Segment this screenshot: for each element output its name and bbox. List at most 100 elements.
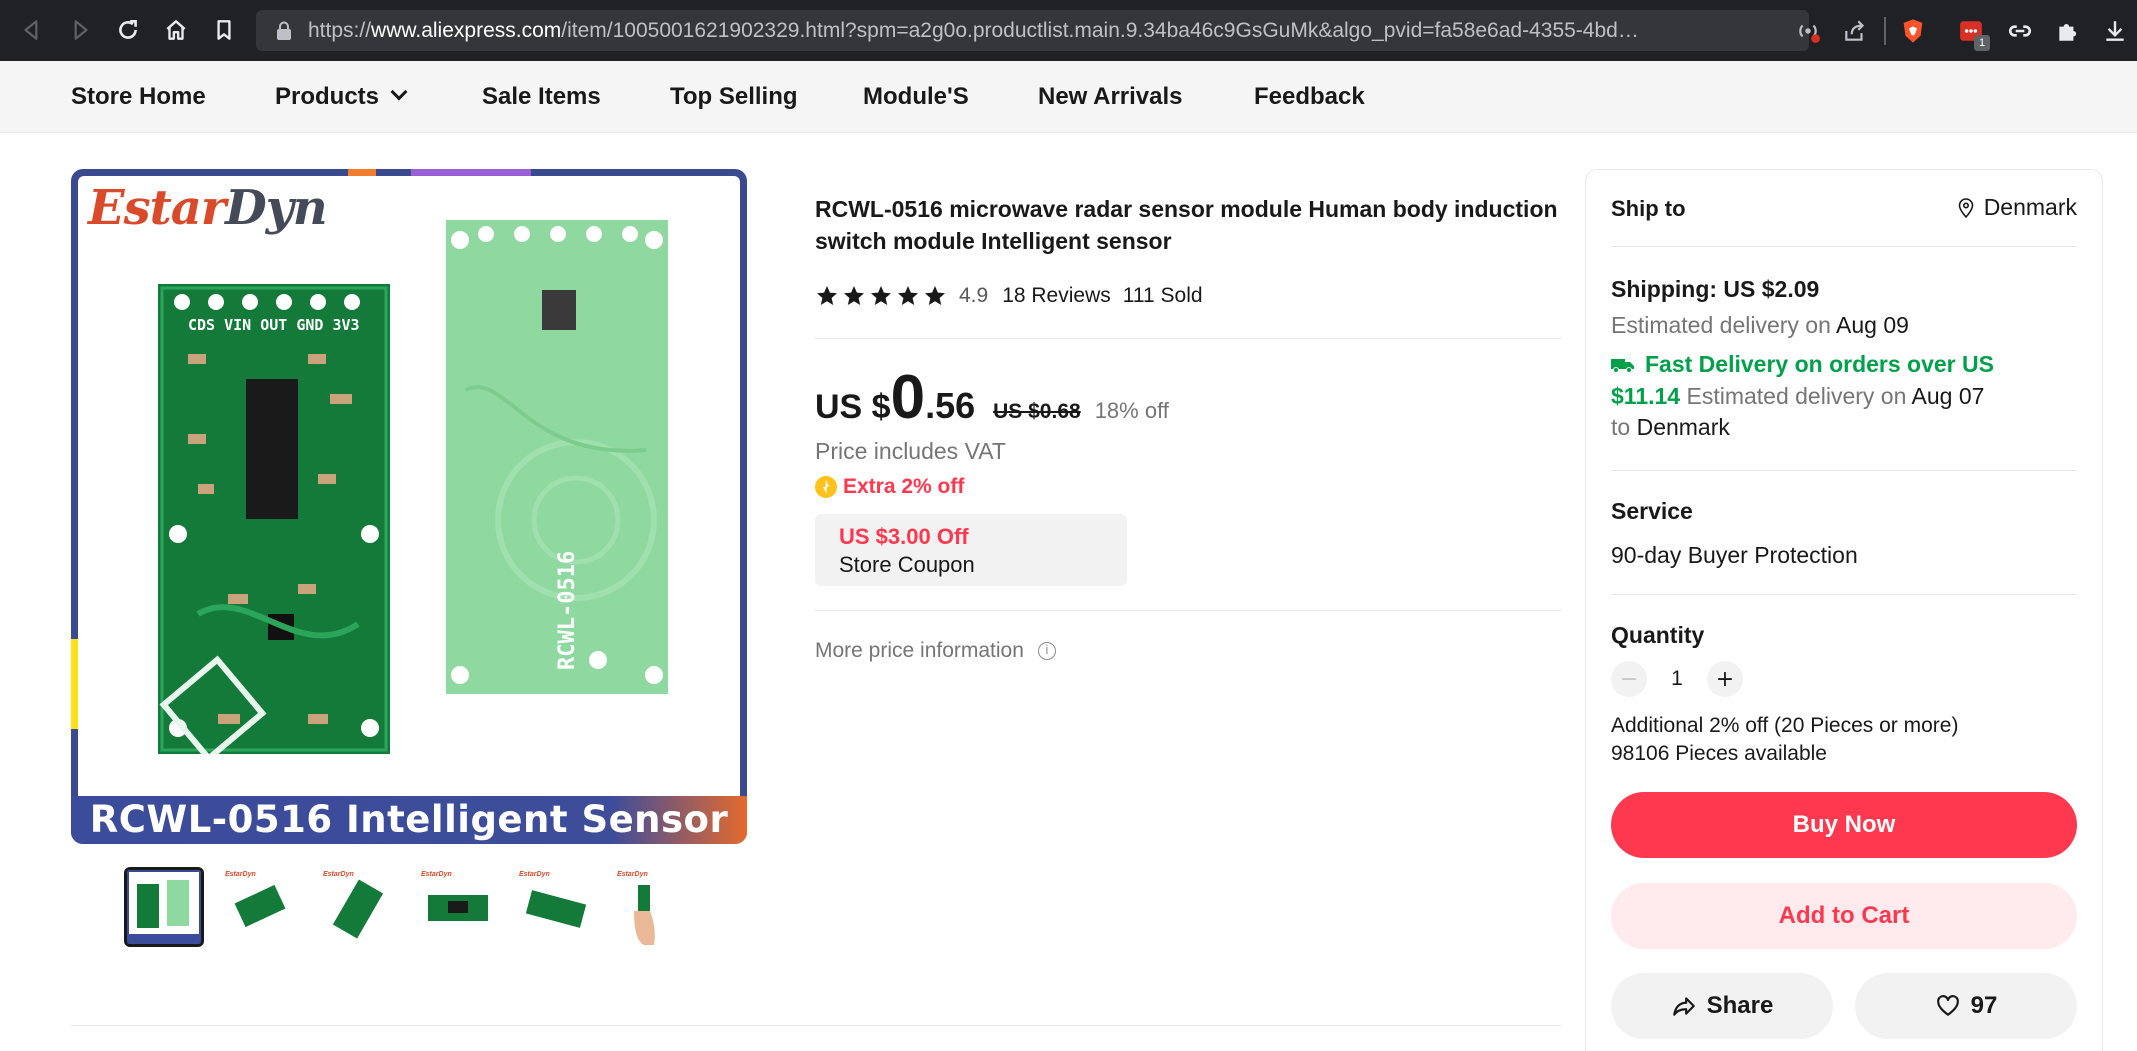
chevron-down-icon bbox=[390, 83, 408, 101]
extra-discount: Extra 2% off bbox=[815, 472, 964, 502]
more-price-label: More price information bbox=[815, 639, 1024, 662]
bookmark-icon bbox=[217, 20, 231, 40]
price-decimal: .56 bbox=[925, 385, 976, 426]
forward-arrow-icon bbox=[74, 20, 88, 40]
bookmark-button[interactable] bbox=[206, 12, 242, 48]
rating-value: 4.9 bbox=[959, 284, 989, 307]
lock-icon bbox=[277, 21, 291, 40]
thumbnail-6[interactable]: EstarDyn bbox=[614, 867, 694, 947]
estimated-delivery-prefix: Estimated delivery on bbox=[1611, 312, 1831, 338]
back-arrow-icon bbox=[24, 20, 38, 40]
quantity-input[interactable]: 1 bbox=[1647, 667, 1707, 691]
destination-country: Denmark bbox=[1636, 414, 1730, 440]
estimated-delivery: Estimated delivery on Aug 09 bbox=[1611, 312, 1909, 339]
star-icon bbox=[898, 286, 918, 305]
product-main-image[interactable]: EstarDyn CDS VIN OUT GND 3V3 RCWL-0516 R… bbox=[71, 169, 747, 844]
heart-icon bbox=[1936, 995, 1959, 1016]
reviews-link[interactable]: 18 Reviews bbox=[1002, 284, 1111, 308]
ship-to-country: Denmark bbox=[1983, 194, 2077, 220]
pcb-back-image: RCWL-0516 bbox=[446, 220, 668, 694]
thumbnail-image: EstarDyn bbox=[320, 867, 400, 947]
extra-discount-label: Extra 2% off bbox=[843, 475, 965, 498]
nav-feedback[interactable]: Feedback bbox=[1254, 61, 1365, 133]
nav-products-label: Products bbox=[275, 83, 380, 110]
thumbnail-2[interactable]: EstarDyn bbox=[222, 867, 302, 947]
back-button[interactable] bbox=[14, 12, 50, 48]
star-icon bbox=[817, 286, 837, 305]
service-label: Service bbox=[1611, 498, 1693, 524]
decorative-stripe bbox=[411, 169, 531, 176]
nav-sale-items[interactable]: Sale Items bbox=[482, 61, 601, 133]
thumbnail-3[interactable]: EstarDyn bbox=[320, 867, 400, 947]
svg-text:EstarDyn: EstarDyn bbox=[323, 871, 354, 878]
section-divider bbox=[815, 338, 1561, 339]
forward-button[interactable] bbox=[62, 12, 98, 48]
quantity-stepper: − 1 + bbox=[1611, 660, 1743, 698]
nav-products[interactable]: Products bbox=[275, 61, 408, 133]
section-divider bbox=[1611, 246, 2077, 247]
thumbnail-image: EstarDyn bbox=[222, 867, 302, 947]
brand-logo: EstarDyn bbox=[88, 180, 328, 236]
wishlist-count: 97 bbox=[1970, 992, 1998, 1019]
address-bar[interactable]: https://www.aliexpress.com/item/10050016… bbox=[256, 10, 1809, 51]
pcb-pin-labels: CDS VIN OUT GND 3V3 bbox=[188, 316, 360, 334]
brand-logo-part-b: Dyn bbox=[225, 180, 327, 236]
price-integer: 0 bbox=[890, 363, 926, 432]
extensions-puzzle-icon[interactable] bbox=[2053, 16, 2083, 46]
toolbar-separator bbox=[1884, 17, 1886, 45]
url-text: https://www.aliexpress.com/item/10050016… bbox=[308, 10, 1648, 51]
nav-modules[interactable]: Module'S bbox=[863, 61, 969, 133]
thumbnail-4[interactable]: EstarDyn bbox=[418, 867, 498, 947]
more-price-info[interactable]: More price information i bbox=[815, 636, 1056, 666]
nav-store-home[interactable]: Store Home bbox=[71, 61, 206, 133]
nav-top-selling[interactable]: Top Selling bbox=[670, 61, 798, 133]
info-icon: i bbox=[1037, 642, 1056, 660]
truck-icon bbox=[1611, 359, 1634, 373]
thumbnail-1[interactable] bbox=[124, 867, 204, 947]
delivery-destination: to Denmark bbox=[1611, 414, 1730, 441]
destination-prefix: to bbox=[1611, 414, 1631, 440]
share-page-icon[interactable] bbox=[1840, 16, 1870, 46]
star-rating bbox=[815, 284, 947, 308]
fast-delivery-label: Fast Delivery on orders over US bbox=[1645, 351, 1994, 377]
extension-badge-count: 1 bbox=[1974, 35, 1990, 51]
thumbnail-image: EstarDyn bbox=[614, 867, 694, 947]
buy-now-button[interactable]: Buy Now bbox=[1611, 792, 2077, 858]
section-divider bbox=[1611, 594, 2077, 595]
section-divider bbox=[815, 610, 1561, 611]
wishlist-button[interactable]: 97 bbox=[1855, 973, 2077, 1039]
thumbnail-5[interactable]: EstarDyn bbox=[516, 867, 596, 947]
lightning-icon bbox=[815, 476, 837, 498]
pcb-model-label: RCWL-0516 bbox=[555, 551, 580, 670]
share-button[interactable]: Share bbox=[1611, 973, 1833, 1039]
url-path: /item/1005001621902329.html?spm=a2g0o.pr… bbox=[561, 19, 1648, 42]
add-to-cart-button[interactable]: Add to Cart bbox=[1611, 883, 2077, 949]
brave-shield-icon[interactable] bbox=[1898, 16, 1928, 46]
section-divider bbox=[1611, 470, 2077, 471]
svg-text:EstarDyn: EstarDyn bbox=[617, 871, 648, 878]
thumbnail-image: EstarDyn bbox=[418, 867, 498, 947]
broadcast-icon[interactable] bbox=[1793, 16, 1823, 46]
ship-to-selector[interactable]: Denmark bbox=[1958, 194, 2077, 221]
nav-new-arrivals[interactable]: New Arrivals bbox=[1038, 61, 1183, 133]
home-button[interactable] bbox=[158, 12, 194, 48]
quantity-decrease-button[interactable]: − bbox=[1611, 661, 1647, 697]
reload-button[interactable] bbox=[110, 12, 146, 48]
fast-delivery: Fast Delivery on orders over US $11.14 Es… bbox=[1611, 348, 2051, 412]
decorative-stripe bbox=[71, 639, 78, 729]
star-icon bbox=[925, 286, 945, 305]
price-row: US $ 0 .56 US $0.68 18% off bbox=[815, 362, 1169, 432]
link-icon[interactable] bbox=[2005, 16, 2035, 46]
brand-logo-part-a: Estar bbox=[88, 180, 226, 236]
quantity-increase-button[interactable]: + bbox=[1707, 661, 1743, 697]
buy-box: Ship to Denmark Shipping: US $2.09 Estim… bbox=[1585, 169, 2103, 1051]
image-caption: RCWL-0516 Intelligent Sensor bbox=[71, 796, 747, 844]
store-coupon[interactable]: US $3.00 Off Store Coupon bbox=[815, 514, 1127, 586]
store-navigation: Store Home Products Sale Items Top Selli… bbox=[0, 61, 2137, 133]
star-icon bbox=[871, 286, 891, 305]
svg-text:EstarDyn: EstarDyn bbox=[421, 871, 452, 878]
download-icon[interactable] bbox=[2100, 16, 2130, 46]
vat-note: Price includes VAT bbox=[815, 438, 1006, 464]
pcb-front-image: CDS VIN OUT GND 3V3 bbox=[158, 284, 390, 754]
product-title: RCWL-0516 microwave radar sensor module … bbox=[815, 196, 1558, 254]
